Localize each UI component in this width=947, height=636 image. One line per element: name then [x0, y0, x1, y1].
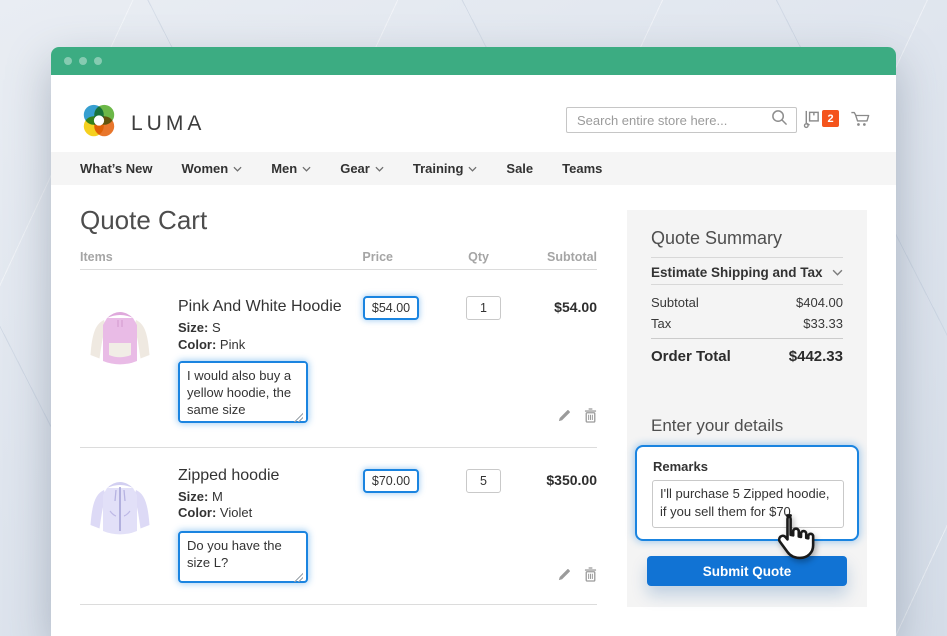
hand-cursor-icon [769, 512, 815, 569]
edit-item-icon[interactable] [557, 408, 572, 428]
product-image-zipped-hoodie[interactable] [80, 467, 160, 547]
divider [651, 338, 843, 339]
delete-item-icon[interactable] [584, 567, 597, 587]
nav-item-teams[interactable]: Teams [562, 161, 602, 176]
remarks-card: Remarks I'll purchase 5 Zipped hoodie, i… [635, 445, 859, 541]
nav-item-whats-new[interactable]: What’s New [80, 161, 152, 176]
submit-quote-button[interactable]: Submit Quote [647, 556, 847, 586]
chevron-down-icon [832, 269, 843, 276]
page-title: Quote Cart [80, 205, 207, 236]
luma-logo-icon [80, 102, 118, 145]
column-header-price: Price [339, 250, 393, 264]
product-name[interactable]: Zipped hoodie [178, 467, 279, 485]
nav-item-sale[interactable]: Sale [506, 161, 533, 176]
window-control-dot[interactable] [79, 57, 87, 65]
summary-subtotal-row: Subtotal $404.00 [651, 295, 843, 310]
search-input[interactable] [577, 113, 771, 128]
cart-icon[interactable] [850, 109, 870, 133]
search-box [566, 107, 797, 133]
window-control-dot[interactable] [94, 57, 102, 65]
chevron-down-icon [233, 166, 242, 172]
divider [80, 269, 597, 270]
product-name[interactable]: Pink And White Hoodie [178, 298, 342, 316]
brand-name: LUMA [131, 112, 205, 136]
product-color: Color: Violet [178, 505, 252, 520]
qty-input[interactable] [466, 469, 501, 493]
chevron-down-icon [468, 166, 477, 172]
details-title: Enter your details [651, 416, 783, 436]
summary-title: Quote Summary [651, 228, 782, 249]
divider [651, 257, 843, 258]
row-subtotal: $350.00 [497, 472, 597, 488]
search-icon[interactable] [771, 109, 788, 131]
column-header-subtotal: Subtotal [517, 250, 597, 264]
window-titlebar [51, 47, 896, 75]
luma-logo[interactable]: LUMA [80, 102, 205, 145]
product-image-pink-hoodie[interactable] [80, 297, 160, 377]
delete-item-icon[interactable] [584, 408, 597, 428]
remarks-textarea[interactable]: I'll purchase 5 Zipped hoodie, if you se… [652, 480, 844, 528]
desktop-background: LUMA 2 [0, 0, 947, 636]
item-note-wrapper: I would also buy a yellow hoodie, the sa… [178, 361, 308, 428]
divider [80, 604, 597, 605]
order-total-row: Order Total $442.33 [651, 348, 843, 365]
product-size: Size: S [178, 320, 221, 335]
quote-summary-panel: Quote Summary Estimate Shipping and Tax … [627, 210, 867, 607]
divider [651, 284, 843, 285]
nav-item-training[interactable]: Training [413, 161, 478, 176]
item-note-textarea[interactable]: I would also buy a yellow hoodie, the sa… [178, 361, 308, 423]
product-color: Color: Pink [178, 337, 245, 352]
summary-tax-row: Tax $33.33 [651, 316, 843, 331]
main-navigation: What’s New Women Men Gear Training Sale … [51, 152, 896, 185]
column-header-qty: Qty [439, 250, 489, 264]
price-input[interactable] [363, 296, 419, 320]
column-header-items: Items [80, 250, 113, 264]
quote-list-icon[interactable] [802, 109, 821, 134]
edit-item-icon[interactable] [557, 567, 572, 587]
nav-item-gear[interactable]: Gear [340, 161, 384, 176]
estimate-shipping-toggle[interactable]: Estimate Shipping and Tax [651, 265, 843, 280]
remarks-label: Remarks [653, 459, 708, 474]
product-size: Size: M [178, 489, 223, 504]
quote-count-badge: 2 [822, 110, 839, 127]
divider [80, 447, 597, 448]
nav-item-women[interactable]: Women [181, 161, 242, 176]
window-control-dot[interactable] [64, 57, 72, 65]
price-input[interactable] [363, 469, 419, 493]
item-note-wrapper: Do you have the size L? [178, 531, 308, 588]
chevron-down-icon [375, 166, 384, 172]
chevron-down-icon [302, 166, 311, 172]
qty-input[interactable] [466, 296, 501, 320]
row-subtotal: $54.00 [497, 299, 597, 315]
item-note-textarea[interactable]: Do you have the size L? [178, 531, 308, 583]
nav-item-men[interactable]: Men [271, 161, 311, 176]
